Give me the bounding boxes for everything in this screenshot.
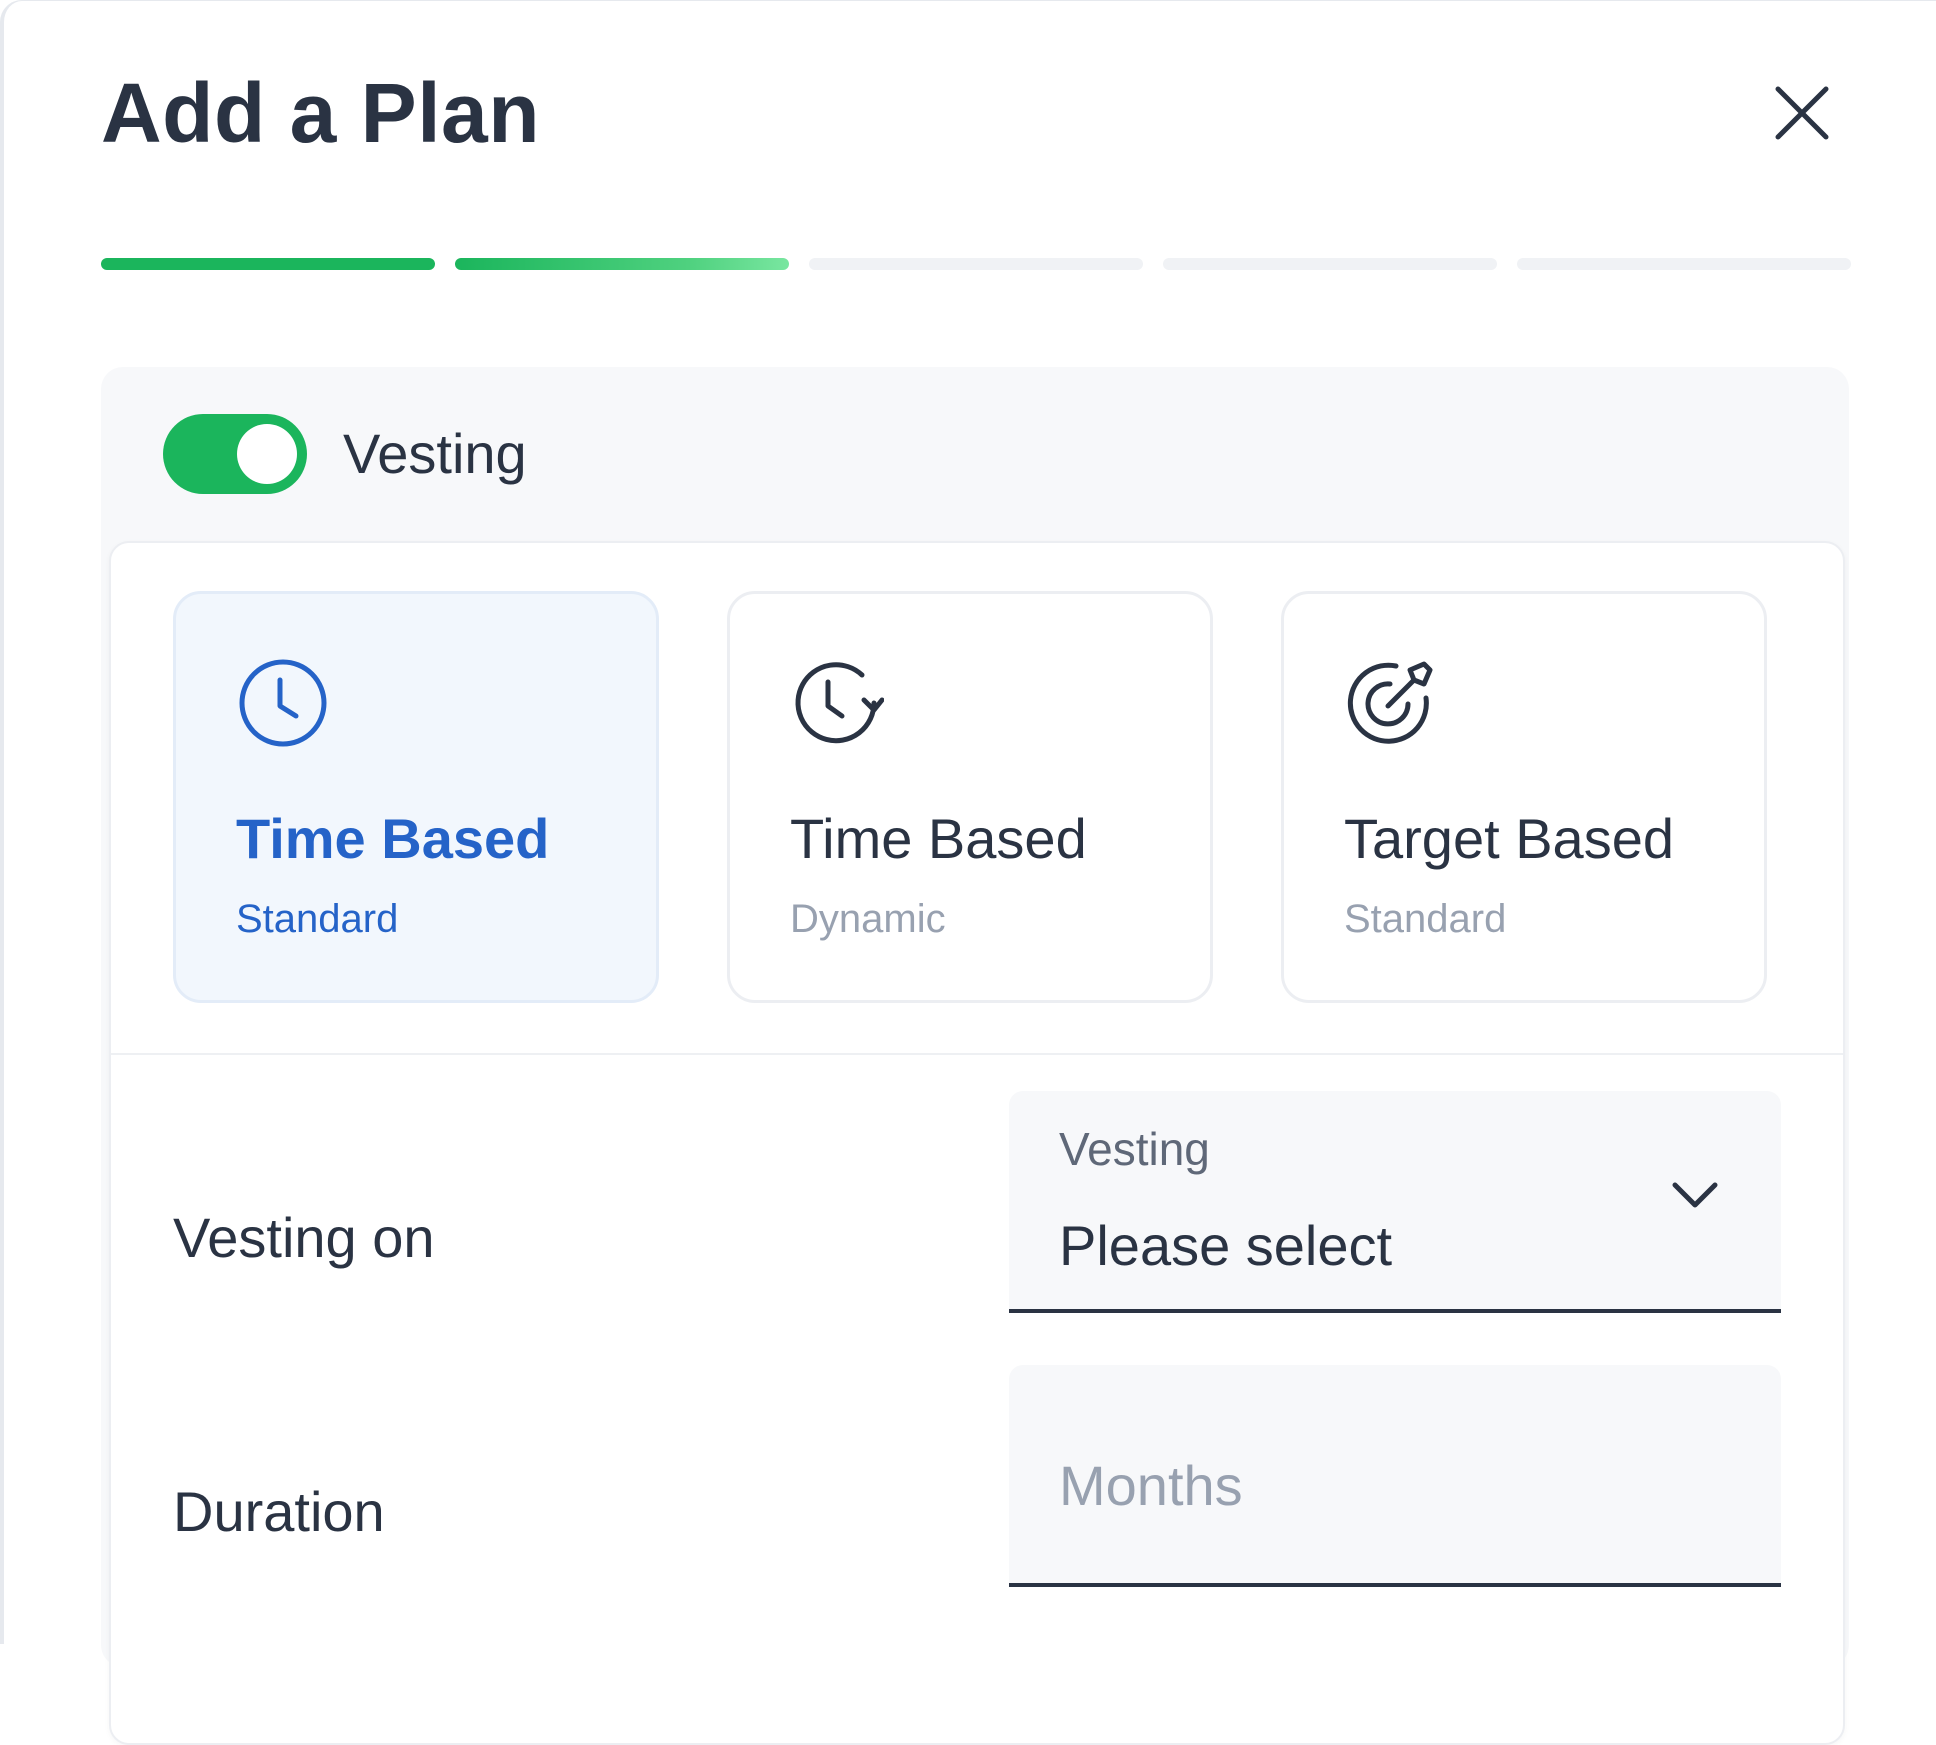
card-title: Time Based xyxy=(236,807,550,870)
section-divider xyxy=(111,1053,1843,1055)
card-title: Target Based xyxy=(1344,807,1674,870)
progress-step-4 xyxy=(1163,258,1497,270)
vesting-section: Vesting Time Based Standard Time Based D… xyxy=(101,367,1849,1745)
vesting-type-card-time-standard[interactable]: Time Based Standard xyxy=(173,591,659,1003)
vesting-select[interactable]: Vesting Please select xyxy=(1009,1091,1781,1313)
close-button[interactable] xyxy=(1772,83,1832,143)
close-icon xyxy=(1775,86,1829,140)
duration-input[interactable] xyxy=(1059,1445,1719,1525)
step-progress xyxy=(101,258,1851,270)
vesting-type-options: Time Based Standard Time Based Dynamic T… xyxy=(173,591,1767,1003)
card-subtitle: Dynamic xyxy=(790,897,946,941)
duration-label: Duration xyxy=(173,1480,385,1543)
progress-step-1 xyxy=(101,258,435,270)
vesting-toggle[interactable] xyxy=(163,414,307,494)
progress-step-2 xyxy=(455,258,789,270)
toggle-knob xyxy=(237,424,297,484)
duration-field xyxy=(1009,1365,1781,1587)
target-arrow-icon xyxy=(1347,661,1433,744)
card-subtitle: Standard xyxy=(1344,897,1507,941)
vesting-options-panel: Time Based Standard Time Based Dynamic T… xyxy=(109,541,1845,1745)
vesting-on-label: Vesting on xyxy=(173,1206,435,1269)
card-title: Time Based xyxy=(790,807,1087,870)
chevron-down-icon xyxy=(1672,1182,1718,1208)
progress-step-3 xyxy=(809,258,1143,270)
clock-rotate-icon xyxy=(795,662,884,744)
add-plan-modal: Add a Plan Vesting Time Based Standard T… xyxy=(0,0,1936,1745)
card-subtitle: Standard xyxy=(236,897,399,941)
clock-icon xyxy=(239,659,327,747)
page-title: Add a Plan xyxy=(101,66,541,160)
vesting-toggle-label: Vesting xyxy=(343,422,527,485)
vesting-select-label: Vesting xyxy=(1059,1123,1210,1175)
vesting-select-value: Please select xyxy=(1059,1214,1393,1277)
progress-step-5 xyxy=(1517,258,1851,270)
vesting-type-card-target-standard[interactable]: Target Based Standard xyxy=(1281,591,1767,1003)
vesting-type-card-time-dynamic[interactable]: Time Based Dynamic xyxy=(727,591,1213,1003)
